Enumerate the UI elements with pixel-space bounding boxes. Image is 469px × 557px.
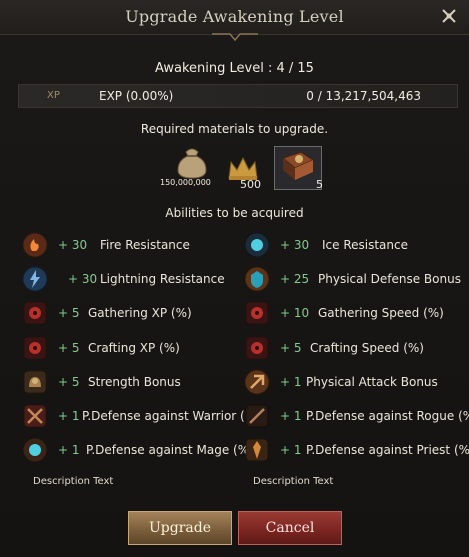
xp-bar: XP EXP (0.00%) 0 / 13,217,504,463 bbox=[18, 84, 458, 108]
ability-name: Fire Resistance bbox=[100, 238, 190, 252]
ability-value: + 1 bbox=[58, 409, 80, 423]
ability-name: P.Defense against Rogue (% bbox=[306, 409, 469, 423]
ability-lightning-resistance: + 30 Lightning Resistance bbox=[22, 266, 262, 294]
ability-name: Gathering Speed (%) bbox=[318, 306, 444, 320]
upgrade-awakening-dialog: Upgrade Awakening Level Awakening Level … bbox=[0, 0, 469, 557]
materials-heading: Required materials to upgrade. bbox=[140, 122, 329, 136]
cancel-button[interactable]: Cancel bbox=[238, 511, 342, 545]
crafting-speed-icon bbox=[245, 336, 269, 360]
xp-tag: XP bbox=[47, 90, 60, 101]
description-text-right: Description Text bbox=[253, 476, 334, 487]
material-money-bag[interactable]: 150,000,000 bbox=[160, 146, 216, 190]
ability-pdef-warrior: + 1 P.Defense against Warrior (%) bbox=[22, 403, 262, 431]
ability-value: + 5 bbox=[280, 341, 302, 355]
ability-value: + 1 bbox=[280, 375, 302, 389]
ability-value: + 30 bbox=[58, 238, 88, 252]
ice-icon bbox=[244, 232, 270, 258]
ability-physical-attack-bonus: + 1 Physical Attack Bonus bbox=[244, 369, 469, 397]
ability-physical-defense-bonus: + 25 Physical Defense Bonus bbox=[244, 266, 469, 294]
tome-icon bbox=[281, 151, 315, 180]
close-x-icon[interactable] bbox=[439, 7, 459, 27]
title-ornament bbox=[212, 33, 258, 42]
awakening-level-text: Awakening Level : 4 / 15 bbox=[155, 61, 314, 76]
ability-gathering-xp: + 5 Gathering XP (%) bbox=[22, 300, 262, 328]
ability-value: + 10 bbox=[280, 306, 310, 320]
money-bag-icon bbox=[177, 148, 207, 179]
ability-name: Ice Resistance bbox=[322, 238, 408, 252]
ability-value: + 5 bbox=[58, 341, 80, 355]
ability-value: + 5 bbox=[58, 306, 80, 320]
upgrade-button[interactable]: Upgrade bbox=[128, 511, 232, 545]
gathering-speed-icon bbox=[245, 301, 269, 325]
ability-name: P.Defense against Mage (%) bbox=[86, 443, 254, 457]
strength-icon bbox=[23, 370, 47, 394]
ability-value: + 1 bbox=[280, 409, 302, 423]
ability-name: Crafting Speed (%) bbox=[310, 341, 424, 355]
ability-value: + 1 bbox=[58, 443, 80, 457]
ability-fire-resistance: + 30 Fire Resistance bbox=[22, 232, 262, 260]
ability-name: Gathering XP (%) bbox=[88, 306, 192, 320]
rogue-defense-icon bbox=[245, 404, 269, 428]
ability-name: P.Defense against Priest (% bbox=[306, 443, 469, 457]
ability-pdef-mage: + 1 P.Defense against Mage (%) bbox=[22, 437, 262, 465]
ability-crafting-speed: + 5 Crafting Speed (%) bbox=[244, 335, 469, 363]
priest-defense-icon bbox=[245, 438, 269, 462]
xp-value: 0 / 13,217,504,463 bbox=[306, 89, 421, 103]
mage-defense-icon bbox=[22, 437, 48, 463]
physical-defense-icon bbox=[244, 266, 270, 292]
warrior-defense-icon bbox=[23, 404, 47, 428]
dialog-title: Upgrade Awakening Level bbox=[125, 7, 344, 26]
material-qty: 5 bbox=[316, 178, 323, 191]
ability-name: Physical Attack Bonus bbox=[306, 375, 438, 389]
ability-name: Physical Defense Bonus bbox=[318, 272, 461, 286]
xp-label: EXP (0.00%) bbox=[99, 89, 174, 103]
material-qty: 500 bbox=[240, 178, 261, 191]
ability-pdef-rogue: + 1 P.Defense against Rogue (% bbox=[244, 403, 469, 431]
ability-name: Lightning Resistance bbox=[100, 272, 225, 286]
ability-crafting-xp: + 5 Crafting XP (%) bbox=[22, 335, 262, 363]
description-text-left: Description Text bbox=[33, 476, 114, 487]
ability-value: + 30 bbox=[280, 238, 310, 252]
ability-pdef-priest: + 1 P.Defense against Priest (% bbox=[244, 437, 469, 465]
crafting-icon bbox=[23, 336, 47, 360]
ability-value: + 1 bbox=[280, 443, 302, 457]
ability-name: Strength Bonus bbox=[88, 375, 181, 389]
material-tome[interactable]: 5 bbox=[274, 146, 324, 192]
ability-gathering-speed: + 10 Gathering Speed (%) bbox=[244, 300, 469, 328]
ability-value: + 25 bbox=[280, 272, 310, 286]
ability-name: P.Defense against Warrior (%) bbox=[82, 409, 261, 423]
ability-ice-resistance: + 30 Ice Resistance bbox=[244, 232, 469, 260]
fire-icon bbox=[22, 232, 48, 258]
ability-name: Crafting XP (%) bbox=[88, 341, 180, 355]
lightning-icon bbox=[22, 266, 48, 292]
material-qty: 150,000,000 bbox=[160, 178, 211, 187]
gathering-icon bbox=[23, 301, 47, 325]
material-crown[interactable]: 500 bbox=[226, 150, 266, 191]
ability-strength-bonus: + 5 Strength Bonus bbox=[22, 369, 262, 397]
physical-attack-icon bbox=[244, 369, 270, 395]
ability-value: + 30 bbox=[68, 272, 98, 286]
abilities-heading: Abilities to be acquired bbox=[165, 206, 304, 220]
ability-value: + 5 bbox=[58, 375, 80, 389]
